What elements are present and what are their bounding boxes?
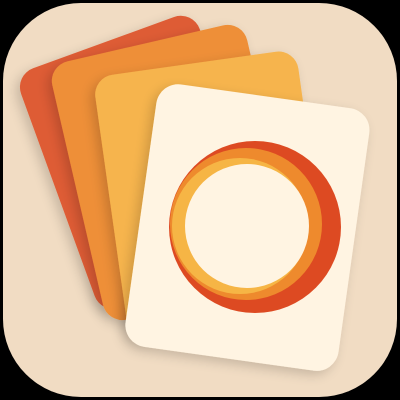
camera-lens-ring-icon xyxy=(169,141,341,313)
app-icon[interactable] xyxy=(0,0,400,400)
